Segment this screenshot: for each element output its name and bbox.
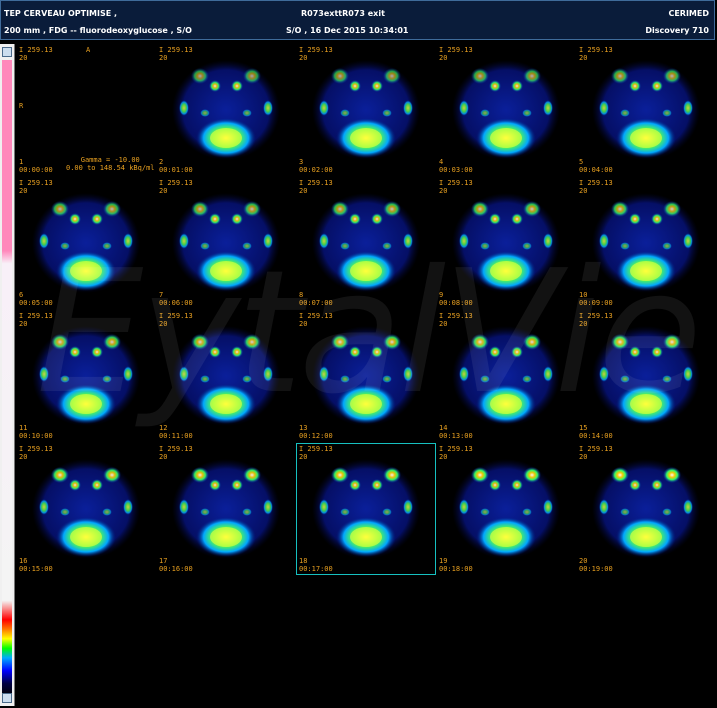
frame-cell[interactable]: I 259.13 20 20 00:19:00 <box>576 443 716 575</box>
pet-slice-image <box>312 459 420 559</box>
frame-bottom-label: 19 00:18:00 <box>439 557 473 573</box>
frame-cell[interactable]: I 259.13 20 12 00:11:00 <box>156 310 296 442</box>
frame-cell[interactable]: I 259.13 20 6 00:05:00 <box>16 177 156 309</box>
pet-slice-image <box>592 459 700 559</box>
exam-title: TEP CERVEAU OPTIMISE , <box>4 9 118 18</box>
frame-bottom-label: 15 00:14:00 <box>579 424 613 440</box>
orientation-right: R <box>19 102 24 110</box>
pet-slice-image <box>172 193 280 293</box>
frame-top-label: I 259.13 20 <box>159 46 193 62</box>
frame-top-label: I 259.13 20 <box>19 445 53 461</box>
patient-date: S/O , 16 Dec 2015 10:34:01 <box>286 26 409 35</box>
frame-top-label: I 259.13 20 <box>579 46 613 62</box>
frame-cell[interactable]: I 259.13 20 15 00:14:00 <box>576 310 716 442</box>
frame-cell[interactable]: I 259.13 20 16 00:15:00 <box>16 443 156 575</box>
frame-bottom-label: 14 00:13:00 <box>439 424 473 440</box>
frame-cell[interactable]: I 259.13 20 18 00:17:00 <box>296 443 436 575</box>
pet-slice-image <box>172 60 280 160</box>
frame-bottom-label: 12 00:11:00 <box>159 424 193 440</box>
pet-slice-image <box>592 326 700 426</box>
frame-bottom-label: 20 00:19:00 <box>579 557 613 573</box>
frame-cell[interactable]: I 259.13 20 7 00:06:00 <box>156 177 296 309</box>
frame-top-label: I 259.13 20 <box>299 46 333 62</box>
frame-grid: I 259.13 20 1 00:00:00 A R Gamma = -10.00 0.0… <box>16 44 716 575</box>
pet-slice-image <box>32 459 140 559</box>
frame-top-label: I 259.13 20 <box>19 312 53 328</box>
patient-id: R073exttR073 exit <box>301 9 385 18</box>
pet-slice-image <box>452 326 560 426</box>
frame-cell[interactable]: I 259.13 20 19 00:18:00 <box>436 443 576 575</box>
frame-cell[interactable]: I 259.13 20 9 00:08:00 <box>436 177 576 309</box>
scroll-down-button[interactable] <box>2 693 12 703</box>
frame-bottom-label: 6 00:05:00 <box>19 291 53 307</box>
frame-top-label: I 259.13 20 <box>439 445 473 461</box>
frame-top-label: I 259.13 20 <box>579 312 613 328</box>
frame-top-label: I 259.13 20 <box>439 312 473 328</box>
frame-cell[interactable]: I 259.13 20 2 00:01:00 <box>156 44 296 176</box>
frame-cell[interactable]: I 259.13 20 11 00:10:00 <box>16 310 156 442</box>
frame-cell[interactable]: I 259.13 20 10 00:09:00 <box>576 177 716 309</box>
frame-cell[interactable]: I 259.13 20 1 00:00:00 A R Gamma = -10.00 0.0… <box>16 44 156 176</box>
frame-bottom-label: 3 00:02:00 <box>299 158 333 174</box>
pet-slice-image <box>312 326 420 426</box>
frame-cell[interactable]: I 259.13 20 17 00:16:00 <box>156 443 296 575</box>
frame-top-label: I 259.13 20 <box>299 445 333 461</box>
frame-top-label: I 259.13 20 <box>19 179 53 195</box>
pet-slice-image <box>172 326 280 426</box>
color-scale-bar[interactable] <box>2 60 12 696</box>
frame-cell[interactable]: I 259.13 20 13 00:12:00 <box>296 310 436 442</box>
pet-slice-image <box>452 459 560 559</box>
frame-bottom-label: 10 00:09:00 <box>579 291 613 307</box>
frame-cell[interactable]: I 259.13 20 14 00:13:00 <box>436 310 576 442</box>
pet-slice-image <box>312 60 420 160</box>
gamma-info: Gamma = -10.00 0.00 to 148.54 kBq/ml <box>66 156 155 172</box>
pet-slice-image <box>452 193 560 293</box>
frame-bottom-label: 11 00:10:00 <box>19 424 53 440</box>
frame-cell[interactable]: I 259.13 20 4 00:03:00 <box>436 44 576 176</box>
exam-details: 200 mm , FDG -- fluorodeoxyglucose , S/O <box>4 26 192 35</box>
frame-bottom-label: 2 00:01:00 <box>159 158 193 174</box>
frame-bottom-label: 13 00:12:00 <box>299 424 333 440</box>
frame-bottom-label: 7 00:06:00 <box>159 291 193 307</box>
frame-bottom-label: 9 00:08:00 <box>439 291 473 307</box>
institution-name: CERIMED <box>668 9 709 18</box>
frame-top-label: I 259.13 20 <box>19 46 53 62</box>
scroll-up-button[interactable] <box>2 47 12 57</box>
frame-top-label: I 259.13 20 <box>159 312 193 328</box>
pet-slice-image <box>32 326 140 426</box>
frame-bottom-label: 17 00:16:00 <box>159 557 193 573</box>
frame-top-label: I 259.13 20 <box>159 179 193 195</box>
pet-slice-image <box>452 60 560 160</box>
frame-cell[interactable]: I 259.13 20 3 00:02:00 <box>296 44 436 176</box>
frame-cell[interactable]: I 259.13 20 5 00:04:00 <box>576 44 716 176</box>
frame-top-label: I 259.13 20 <box>579 179 613 195</box>
frame-top-label: I 259.13 20 <box>159 445 193 461</box>
scanner-name: Discovery 710 <box>645 26 709 35</box>
frame-bottom-label: 18 00:17:00 <box>299 557 333 573</box>
colorbar-panel[interactable] <box>0 44 15 706</box>
frame-top-label: I 259.13 20 <box>579 445 613 461</box>
frame-bottom-label: 5 00:04:00 <box>579 158 613 174</box>
pet-slice-image <box>592 193 700 293</box>
frame-top-label: I 259.13 20 <box>439 179 473 195</box>
image-viewport[interactable]: I 259.13 20 1 00:00:00 A R Gamma = -10.00 0.0… <box>16 44 715 706</box>
header-bar: TEP CERVEAU OPTIMISE , 200 mm , FDG -- f… <box>0 0 715 40</box>
pet-slice-image <box>312 193 420 293</box>
frame-top-label: I 259.13 20 <box>439 46 473 62</box>
frame-bottom-label: 1 00:00:00 <box>19 158 53 174</box>
frame-bottom-label: 4 00:03:00 <box>439 158 473 174</box>
frame-top-label: I 259.13 20 <box>299 179 333 195</box>
frame-bottom-label: 16 00:15:00 <box>19 557 53 573</box>
pet-slice-image <box>172 459 280 559</box>
frame-bottom-label: 8 00:07:00 <box>299 291 333 307</box>
pet-slice-image <box>32 193 140 293</box>
pet-slice-image <box>592 60 700 160</box>
frame-cell[interactable]: I 259.13 20 8 00:07:00 <box>296 177 436 309</box>
frame-top-label: I 259.13 20 <box>299 312 333 328</box>
orientation-anterior: A <box>86 46 91 54</box>
